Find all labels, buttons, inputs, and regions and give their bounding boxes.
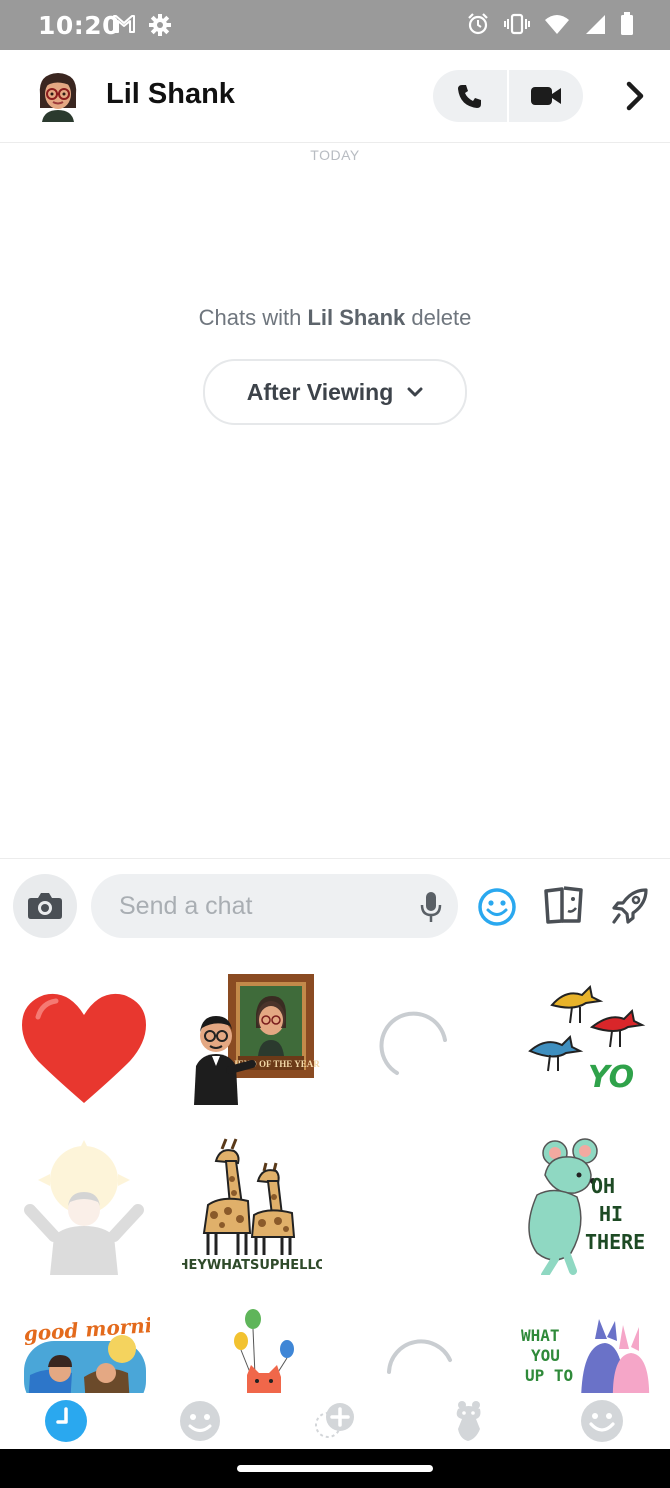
settings-gear-icon bbox=[149, 14, 171, 36]
chat-header: Lil Shank bbox=[0, 50, 670, 143]
video-camera-icon bbox=[531, 87, 561, 105]
emoji-icon bbox=[581, 1400, 623, 1442]
bitmoji-face-icon bbox=[180, 1401, 220, 1441]
friend-bitmoji-avatar[interactable] bbox=[34, 70, 82, 122]
sticker-friend-of-the-year[interactable]: FRIEND OF THE YEAR bbox=[190, 970, 320, 1105]
sticker-heart[interactable] bbox=[10, 965, 160, 1115]
status-time: 10:20 bbox=[38, 11, 121, 40]
delete-setting-text: Chats with Lil Shank delete bbox=[0, 305, 670, 331]
video-call-button[interactable] bbox=[509, 70, 583, 122]
gmail-icon bbox=[113, 15, 135, 33]
delete-prefix: Chats with bbox=[198, 305, 308, 330]
clock-icon bbox=[45, 1400, 87, 1442]
system-navigation-bar bbox=[0, 1449, 670, 1488]
rocket-icon bbox=[612, 888, 648, 924]
microphone-button[interactable] bbox=[420, 891, 442, 928]
hey-whats-up-text: HEYWHATSUPHELLO bbox=[182, 1258, 322, 1273]
call-button-group bbox=[433, 70, 583, 122]
delete-friend-name: Lil Shank bbox=[307, 305, 406, 330]
friend-profile-button[interactable] bbox=[618, 76, 652, 116]
phone-icon bbox=[458, 85, 481, 108]
oh-text: OH bbox=[591, 1174, 615, 1198]
sticker-picker-button[interactable] bbox=[477, 887, 517, 932]
chat-input-bar bbox=[0, 858, 670, 951]
chat-friend-name[interactable]: Lil Shank bbox=[106, 78, 235, 111]
tab-emoji[interactable] bbox=[580, 1399, 624, 1443]
date-divider: TODAY bbox=[310, 147, 360, 163]
sticker-birds-yo[interactable]: YO bbox=[520, 975, 650, 1100]
sticker-cat-balloons[interactable] bbox=[215, 1305, 325, 1393]
chevron-down-icon bbox=[407, 387, 423, 397]
delete-option-dropdown[interactable]: After Viewing bbox=[203, 359, 467, 425]
tab-characters[interactable] bbox=[446, 1399, 490, 1443]
tab-recent[interactable] bbox=[44, 1399, 88, 1443]
sticker-grid: FRIEND OF THE YEAR YO HEYWHATSUPHELLO OH… bbox=[0, 955, 670, 1393]
chevron-right-icon bbox=[626, 81, 644, 111]
cellular-signal-icon bbox=[586, 15, 605, 34]
games-button[interactable] bbox=[610, 886, 650, 931]
voice-call-button[interactable] bbox=[433, 70, 507, 122]
sticker-giraffes-hey[interactable]: HEYWHATSUPHELLO bbox=[178, 1135, 326, 1275]
hi-text: HI bbox=[599, 1202, 623, 1226]
sticker-mouse-oh-hi-there[interactable]: OH HI THERE bbox=[515, 1135, 655, 1279]
delete-suffix: delete bbox=[405, 305, 472, 330]
sticker-category-tabs bbox=[0, 1393, 670, 1449]
what-text: WHAT bbox=[521, 1326, 560, 1345]
camera-button[interactable] bbox=[13, 874, 77, 938]
wifi-icon bbox=[545, 15, 569, 34]
sticker-loading-spinner-2 bbox=[355, 1330, 455, 1393]
chat-message-input[interactable] bbox=[117, 890, 411, 922]
status-bar: 10:20 bbox=[0, 0, 670, 50]
there-text: THERE bbox=[585, 1230, 645, 1254]
sticker-celebrate-faded[interactable] bbox=[20, 1140, 150, 1275]
battery-icon bbox=[621, 12, 633, 35]
sticker-loading-spinner bbox=[355, 990, 455, 1090]
vibrate-icon bbox=[504, 13, 530, 35]
memories-cards-button[interactable] bbox=[542, 885, 586, 930]
sticker-good-morning[interactable]: good morning! bbox=[20, 1310, 190, 1393]
add-friendmoji-icon bbox=[315, 1403, 354, 1438]
tab-friendmoji[interactable] bbox=[312, 1399, 356, 1443]
home-gesture-handle[interactable] bbox=[237, 1465, 433, 1472]
yo-text: YO bbox=[588, 1060, 634, 1095]
alarm-icon bbox=[468, 13, 488, 35]
up-to-text: UP TO bbox=[525, 1366, 573, 1385]
chat-input-container bbox=[91, 874, 458, 938]
sticker-what-you-up-to[interactable]: WHAT YOU UP TO bbox=[515, 1315, 655, 1393]
microphone-icon bbox=[420, 892, 442, 922]
you-text: YOU bbox=[531, 1346, 560, 1365]
smiley-icon bbox=[478, 888, 516, 926]
tab-bitmoji[interactable] bbox=[178, 1399, 222, 1443]
cards-icon bbox=[544, 886, 583, 924]
camera-icon bbox=[28, 893, 62, 919]
character-icon bbox=[456, 1401, 481, 1441]
delete-option-label: After Viewing bbox=[246, 378, 394, 405]
